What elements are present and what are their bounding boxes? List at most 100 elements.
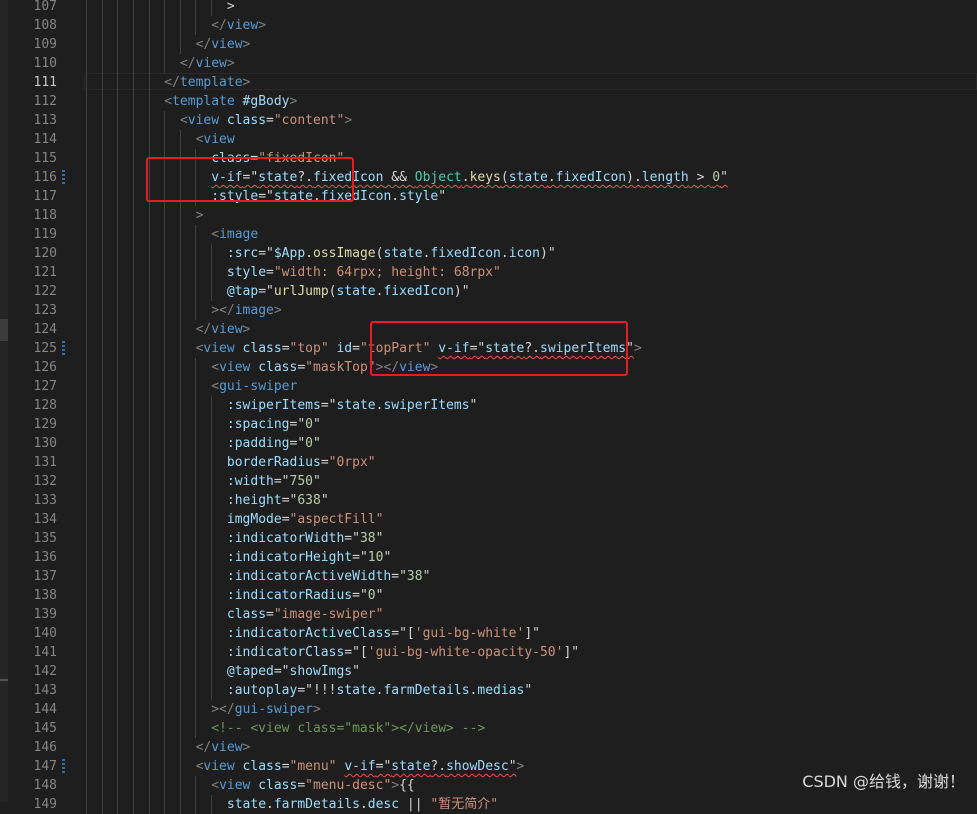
code-line[interactable]: 134 imgMode="aspectFill" <box>0 510 977 529</box>
code-line[interactable]: 119 <image <box>0 225 977 244</box>
line-number: 116 <box>33 170 57 185</box>
line-number: 126 <box>33 360 57 375</box>
line-number: 111 <box>33 75 57 90</box>
code-line[interactable]: 121 style="width: 64rpx; height: 68rpx" <box>0 263 977 282</box>
code-line[interactable]: 127 <gui-swiper <box>0 377 977 396</box>
code-text: :autoplay="!!!state.farmDetails.medias" <box>226 683 533 698</box>
code-text: class="image-swiper" <box>226 607 384 622</box>
line-number: 130 <box>33 436 57 451</box>
code-line[interactable]: 110 </view> <box>0 54 977 73</box>
line-number: 147 <box>33 759 57 774</box>
line-number: 133 <box>33 493 57 508</box>
line-number: 141 <box>33 645 57 660</box>
code-line[interactable]: 112 <template #gBody> <box>0 92 977 111</box>
line-number: 115 <box>33 151 57 166</box>
line-number: 123 <box>33 303 57 318</box>
line-number: 118 <box>33 208 57 223</box>
line-number: 128 <box>33 398 57 413</box>
line-number: 129 <box>33 417 57 432</box>
code-line[interactable]: 111 </template> <box>0 73 977 92</box>
code-line[interactable]: 107 > <box>0 0 977 16</box>
code-text: :indicatorActiveWidth="38" <box>226 569 431 584</box>
code-line[interactable]: 108 </view> <box>0 16 977 35</box>
code-line[interactable]: 123 ></image> <box>0 301 977 320</box>
code-line[interactable]: 122 @tap="urlJump(state.fixedIcon)" <box>0 282 977 301</box>
line-number: 107 <box>33 0 57 14</box>
code-line[interactable]: 113 <view class="content"> <box>0 111 977 130</box>
line-number: 121 <box>33 265 57 280</box>
code-text: </view> <box>86 740 251 755</box>
code-line[interactable]: 132 :width="750" <box>0 472 977 491</box>
line-number: 137 <box>33 569 57 584</box>
code-text: <view class="menu" v-if="state?.showDesc… <box>86 759 525 774</box>
line-number: 142 <box>33 664 57 679</box>
line-number: 124 <box>33 322 57 337</box>
code-text: </view> <box>86 37 251 52</box>
code-editor[interactable]: 107 >108 </view> 109 </view> 110 </view> 11… <box>0 0 977 814</box>
code-line[interactable]: 133 :height="638" <box>0 491 977 510</box>
code-text: :indicatorClass="['gui-bg-white-opacity-… <box>226 645 580 660</box>
line-number: 122 <box>33 284 57 299</box>
code-line[interactable]: 136 :indicatorHeight="10" <box>0 548 977 567</box>
line-number: 127 <box>33 379 57 394</box>
code-text: ></image> <box>86 303 282 318</box>
code-line[interactable]: 130 :padding="0" <box>0 434 977 453</box>
code-line[interactable]: 109 </view> <box>0 35 977 54</box>
code-text: :indicatorActiveClass="['gui-bg-white']" <box>226 626 540 641</box>
code-text: </view> <box>86 322 251 337</box>
code-text: style="width: 64rpx; height: 68rpx" <box>226 265 501 280</box>
line-number: 132 <box>33 474 57 489</box>
line-number: 136 <box>33 550 57 565</box>
highlight-box-fixedicon <box>146 157 354 202</box>
git-change-marker[interactable] <box>62 170 65 185</box>
code-text: imgMode="aspectFill" <box>226 512 384 527</box>
line-number: 139 <box>33 607 57 622</box>
code-line[interactable]: 146 </view> <box>0 738 977 757</box>
line-number: 134 <box>33 512 57 527</box>
code-line[interactable]: 120 :src="$App.ossImage(state.fixedIcon.… <box>0 244 977 263</box>
code-line[interactable]: 140 :indicatorActiveClass="['gui-bg-whit… <box>0 624 977 643</box>
code-text: :width="750" <box>226 474 321 489</box>
line-number: 119 <box>33 227 57 242</box>
code-line[interactable]: 145 <!-- <view class="mask"></view> --> <box>0 719 977 738</box>
code-line[interactable]: 149 state.farmDetails.desc || "暂无简介" <box>0 795 977 814</box>
code-line[interactable]: 114 <view <box>0 130 977 149</box>
code-line[interactable]: 118 > <box>0 206 977 225</box>
code-text: :indicatorHeight="10" <box>226 550 392 565</box>
code-line[interactable]: 142 @taped="showImgs" <box>0 662 977 681</box>
code-text: @tap="urlJump(state.fixedIcon)" <box>226 284 470 299</box>
code-line[interactable]: 143 :autoplay="!!!state.farmDetails.medi… <box>0 681 977 700</box>
code-text: ></gui-swiper> <box>86 702 321 717</box>
code-line[interactable]: 128 :swiperItems="state.swiperItems" <box>0 396 977 415</box>
code-line[interactable]: 137 :indicatorActiveWidth="38" <box>0 567 977 586</box>
code-text: :indicatorWidth="38" <box>226 531 384 546</box>
code-line[interactable]: 138 :indicatorRadius="0" <box>0 586 977 605</box>
line-number: 135 <box>33 531 57 546</box>
code-text: borderRadius="0rpx" <box>226 455 376 470</box>
code-text: > <box>86 0 235 14</box>
code-line[interactable]: 141 :indicatorClass="['gui-bg-white-opac… <box>0 643 977 662</box>
code-text: :src="$App.ossImage(state.fixedIcon.icon… <box>226 246 556 261</box>
code-text: <gui-swiper <box>86 379 298 394</box>
code-text: <!-- <view class="mask"></view> --> <box>86 721 486 736</box>
line-number: 146 <box>33 740 57 755</box>
code-line[interactable]: 139 class="image-swiper" <box>0 605 977 624</box>
line-number: 120 <box>33 246 57 261</box>
code-text: state.farmDetails.desc || "暂无简介" <box>226 797 499 812</box>
line-number: 114 <box>33 132 57 147</box>
line-number: 113 <box>33 113 57 128</box>
git-change-marker[interactable] <box>62 341 65 356</box>
line-number: 143 <box>33 683 57 698</box>
line-number: 131 <box>33 455 57 470</box>
code-line[interactable]: 144 ></gui-swiper> <box>0 700 977 719</box>
git-change-marker[interactable] <box>62 759 65 774</box>
code-line[interactable]: 135 :indicatorWidth="38" <box>0 529 977 548</box>
code-text: :spacing="0" <box>226 417 321 432</box>
code-text: @taped="showImgs" <box>226 664 360 679</box>
line-number: 140 <box>33 626 57 641</box>
code-text: </view> <box>86 56 235 71</box>
code-line[interactable]: 129 :spacing="0" <box>0 415 977 434</box>
code-text: </template> <box>86 75 251 90</box>
line-number: 112 <box>33 94 57 109</box>
code-line[interactable]: 131 borderRadius="0rpx" <box>0 453 977 472</box>
